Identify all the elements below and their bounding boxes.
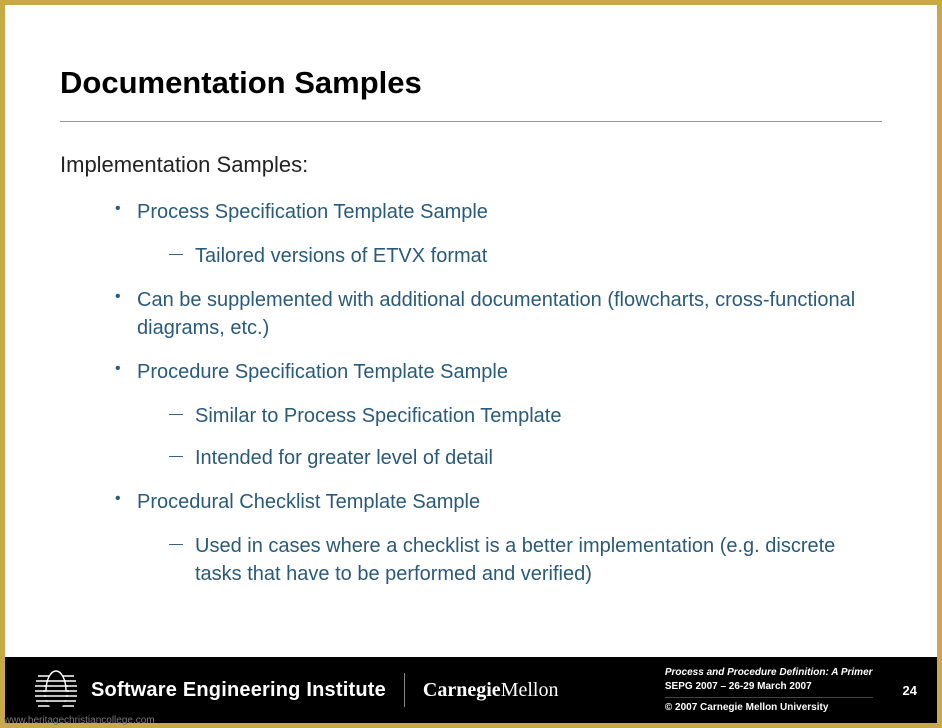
sei-name: Software Engineering Institute — [91, 679, 386, 702]
cmu-name: CarnegieMellon — [423, 679, 559, 702]
list-item: Tailored versions of ETVX format — [169, 242, 882, 270]
slide-page: Documentation Samples Implementation Sam… — [5, 5, 937, 723]
copyright: © 2007 Carnegie Mellon University — [665, 697, 873, 715]
bullet-text: Process Specification Template Sample — [137, 201, 488, 223]
title-divider — [60, 121, 882, 122]
footer-meta: Process and Procedure Definition: A Prim… — [665, 666, 887, 715]
footer-divider — [404, 673, 405, 707]
slide-subtitle: Implementation Samples: — [60, 152, 882, 178]
sei-logo: Software Engineering Institute — [35, 669, 386, 711]
bullet-text: Similar to Process Specification Templat… — [195, 405, 561, 427]
sub-list: Tailored versions of ETVX format — [137, 242, 882, 270]
globe-icon — [35, 669, 77, 711]
doc-title: Process and Procedure Definition: A Prim… — [665, 666, 873, 680]
list-item: Can be supplemented with additional docu… — [115, 286, 882, 342]
list-item: Process Specification Template Sample Ta… — [115, 198, 882, 270]
list-item: Procedure Specification Template Sample … — [115, 358, 882, 472]
bullet-text: Procedure Specification Template Sample — [137, 361, 508, 383]
list-item: Used in cases where a checklist is a bet… — [169, 532, 882, 588]
bullet-text: Used in cases where a checklist is a bet… — [195, 535, 835, 585]
cmu-bold: Carnegie — [423, 679, 501, 701]
bullet-text: Tailored versions of ETVX format — [195, 245, 487, 267]
bullet-text: Procedural Checklist Template Sample — [137, 491, 480, 513]
watermark: www.heritagechristiancollege.com — [0, 713, 159, 728]
cmu-rest: Mellon — [501, 679, 559, 701]
sub-list: Used in cases where a checklist is a bet… — [137, 532, 882, 588]
bullet-text: Intended for greater level of detail — [195, 447, 493, 469]
list-item: Intended for greater level of detail — [169, 444, 882, 472]
bullet-text: Can be supplemented with additional docu… — [137, 289, 855, 339]
sub-list: Similar to Process Specification Templat… — [137, 402, 882, 472]
slide-title: Documentation Samples — [60, 65, 882, 101]
list-item: Procedural Checklist Template Sample Use… — [115, 488, 882, 588]
slide-content: Documentation Samples Implementation Sam… — [5, 5, 937, 657]
bullet-list: Process Specification Template Sample Ta… — [60, 198, 882, 588]
list-item: Similar to Process Specification Templat… — [169, 402, 882, 430]
page-number: 24 — [903, 683, 917, 698]
conference-info: SEPG 2007 – 26-29 March 2007 — [665, 680, 873, 694]
